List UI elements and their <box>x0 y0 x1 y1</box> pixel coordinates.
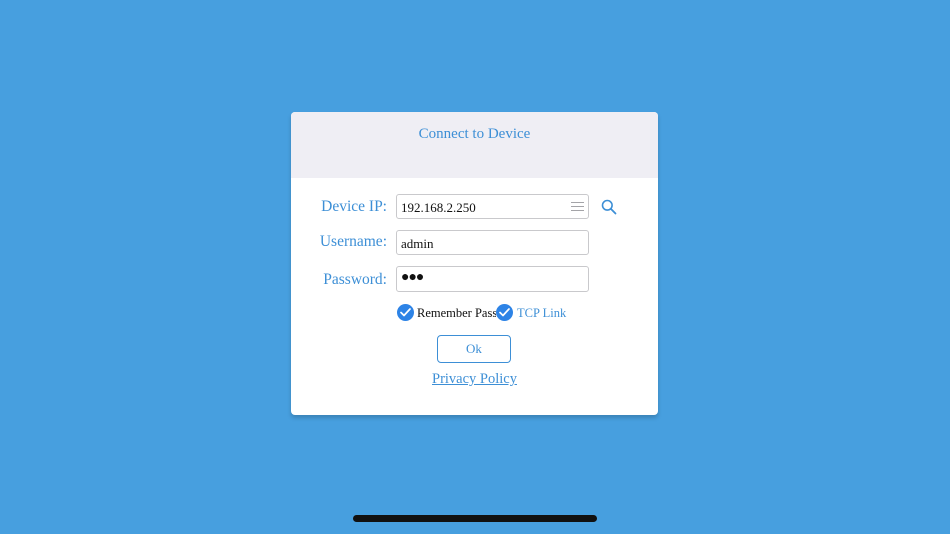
checkmark-icon <box>400 308 411 317</box>
username-field[interactable]: admin <box>396 230 589 255</box>
remember-password-label: Remember Password <box>417 306 496 320</box>
username-label: Username: <box>319 233 387 250</box>
search-icon[interactable] <box>601 199 617 215</box>
tcp-link-label: TCP Link <box>517 306 567 320</box>
device-ip-field[interactable]: 192.168.2.250 <box>396 194 589 219</box>
checkmark-icon <box>499 308 510 317</box>
username-value: admin <box>401 236 434 251</box>
privacy-policy-link[interactable]: Privacy Policy <box>291 371 658 388</box>
dialog-header: Connect to Device <box>291 112 658 178</box>
remember-password-checkbox[interactable] <box>397 304 414 321</box>
password-label: Password: <box>323 271 387 288</box>
home-indicator <box>353 515 597 522</box>
device-ip-value: 192.168.2.250 <box>401 200 476 215</box>
dialog-title: Connect to Device <box>418 126 531 142</box>
list-icon[interactable] <box>571 202 584 212</box>
app-screen: Connect to Device Device IP: 192.168.2.2… <box>0 0 950 534</box>
connect-dialog: Connect to Device Device IP: 192.168.2.2… <box>291 112 658 415</box>
tcp-link-checkbox[interactable] <box>496 304 513 321</box>
ok-button[interactable]: Ok <box>437 335 511 363</box>
password-field[interactable]: ●●● <box>396 266 589 292</box>
password-value: ●●● <box>401 270 424 285</box>
device-ip-label: Device IP: <box>321 198 387 215</box>
